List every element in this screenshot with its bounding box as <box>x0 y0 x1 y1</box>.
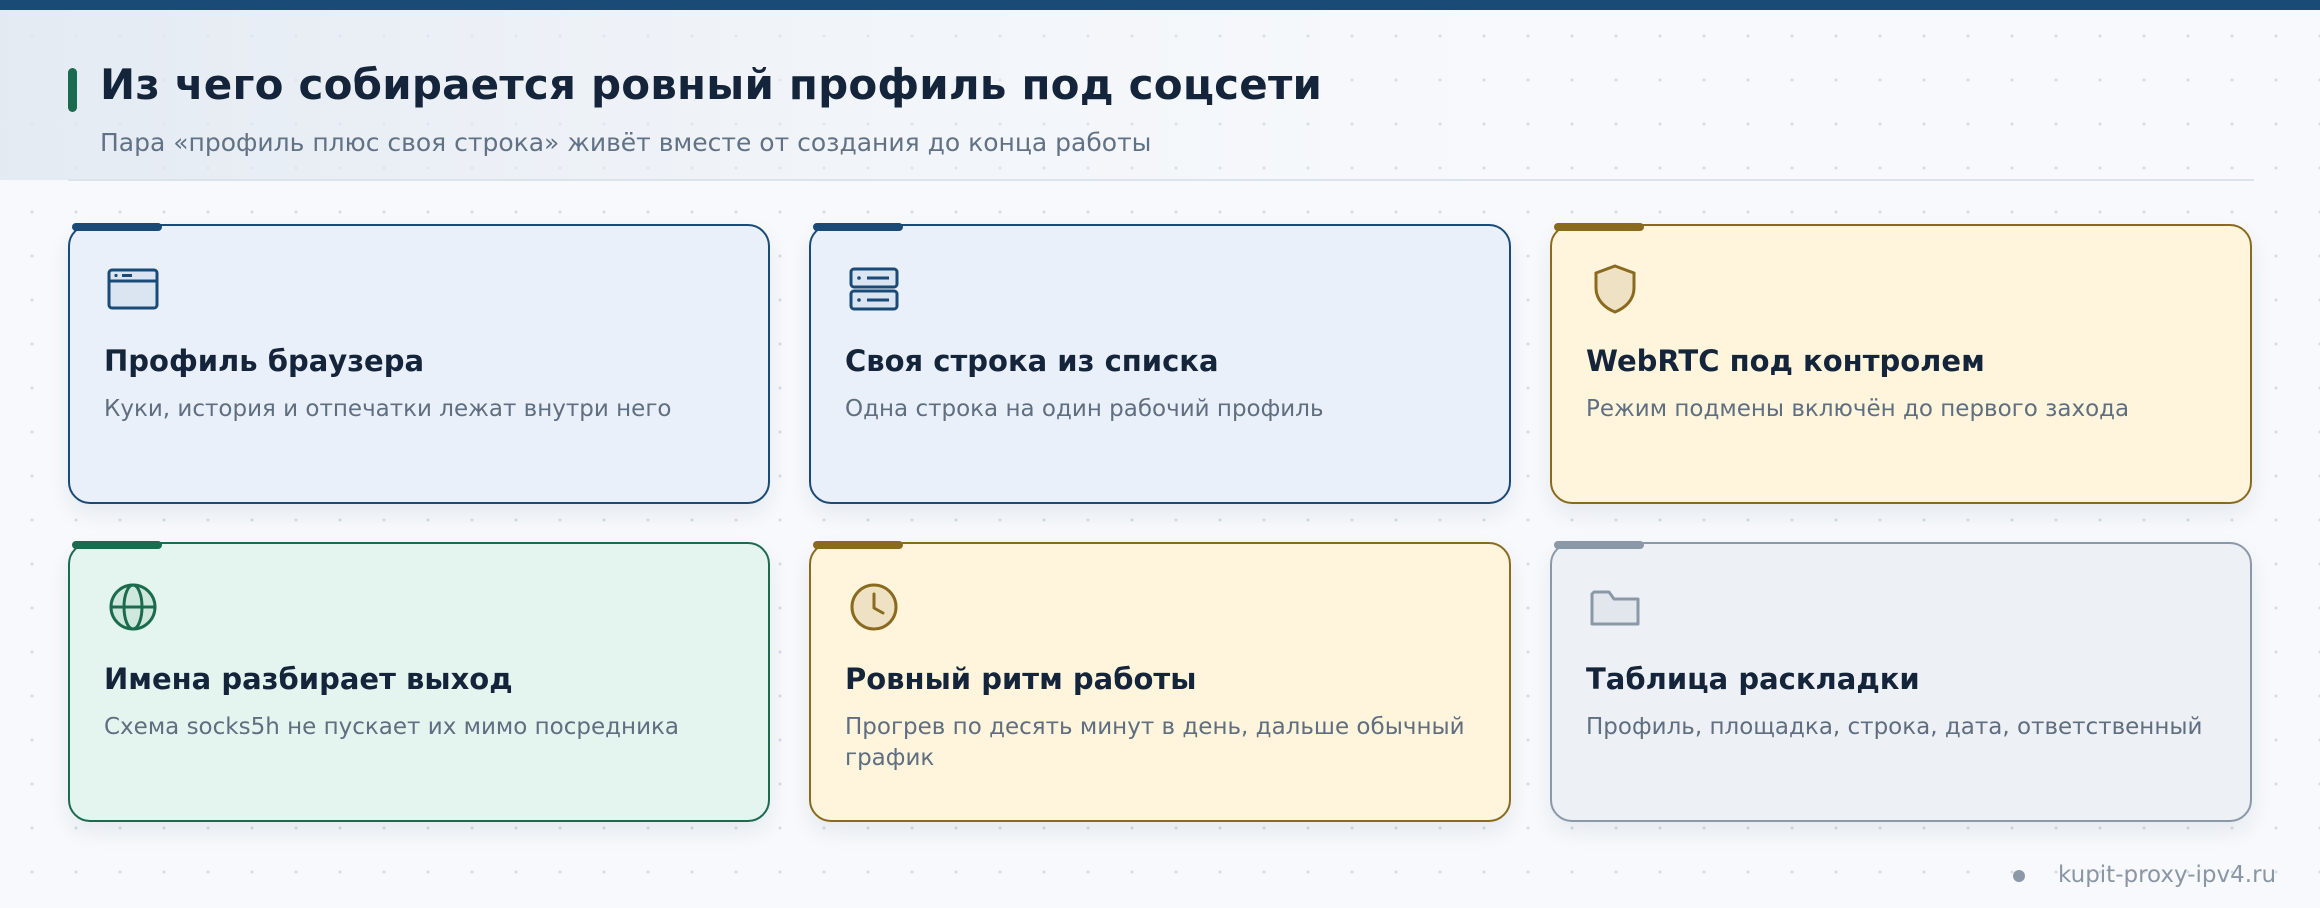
card-layout-table: Таблица раскладки Профиль, площадка, стр… <box>1550 541 2252 822</box>
title-accent-mark <box>68 68 77 112</box>
card-title: Профиль браузера <box>104 344 425 378</box>
card-accent-tab <box>1554 223 1644 231</box>
server-list-icon <box>847 262 901 316</box>
card-accent-tab <box>72 541 162 549</box>
card-webrtc: WebRTC под контролем Режим подмены включ… <box>1550 223 2252 504</box>
card-description: Схема socks5h не пускает их мимо посредн… <box>104 714 680 740</box>
card-title: Имена разбирает выход <box>104 662 513 696</box>
card-accent-tab <box>72 223 162 231</box>
card-description: Режим подмены включён до первого захода <box>1586 396 2130 422</box>
card-description: Профиль, площадка, строка, дата, ответст… <box>1586 714 2203 740</box>
page-title: Из чего собирается ровный профиль под со… <box>100 60 1323 109</box>
shield-icon <box>1588 262 1642 316</box>
folder-icon <box>1588 580 1642 634</box>
footer-site-link[interactable]: kupit-proxy-ipv4.ru <box>2058 862 2276 888</box>
card-accent-tab <box>1554 541 1644 549</box>
footer-dot-icon <box>2013 870 2025 882</box>
card-title: WebRTC под контролем <box>1586 344 1985 378</box>
card-accent-tab <box>813 541 903 549</box>
clock-icon <box>847 580 901 634</box>
card-title: Таблица раскладки <box>1586 662 1920 696</box>
globe-icon <box>106 580 160 634</box>
page-subtitle: Пара «профиль плюс своя строка» живёт вм… <box>100 128 1152 157</box>
card-accent-tab <box>813 223 903 231</box>
card-description: Прогрев по десять минут в день, дальше о… <box>845 714 1465 771</box>
card-description: Одна строка на один рабочий профиль <box>845 396 1324 422</box>
top-accent-bar <box>0 0 2320 10</box>
card-own-line: Своя строка из списка Одна строка на оди… <box>809 223 1511 504</box>
card-browser-profile: Профиль браузера Куки, история и отпечат… <box>68 223 770 504</box>
card-title: Ровный ритм работы <box>845 662 1197 696</box>
page: Из чего собирается ровный профиль под со… <box>0 0 2320 908</box>
card-title: Своя строка из списка <box>845 344 1219 378</box>
card-work-rhythm: Ровный ритм работы Прогрев по десять мин… <box>809 541 1511 822</box>
header-divider <box>68 179 2254 181</box>
card-name-resolution: Имена разбирает выход Схема socks5h не п… <box>68 541 770 822</box>
browser-window-icon <box>106 262 160 316</box>
card-description: Куки, история и отпечатки лежат внутри н… <box>104 396 672 422</box>
